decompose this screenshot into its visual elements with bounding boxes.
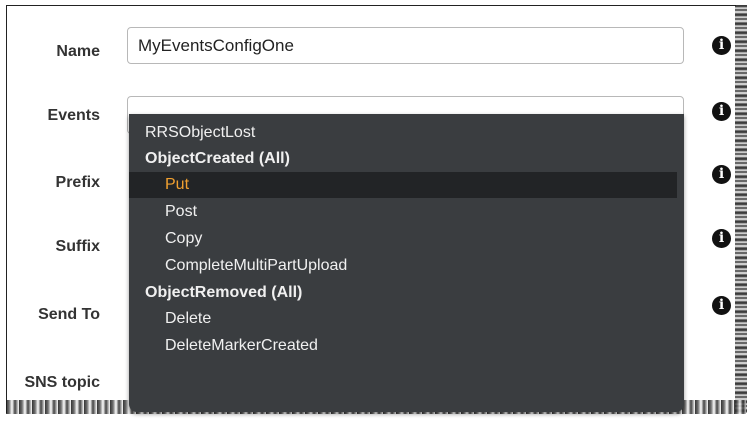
torn-edge-right bbox=[735, 5, 747, 413]
sns-topic-label: SNS topic bbox=[24, 374, 100, 391]
events-dropdown-menu: RRSObjectLost ObjectCreated (All) Put Po… bbox=[129, 114, 684, 412]
info-icon[interactable]: i bbox=[712, 229, 731, 248]
info-icon[interactable]: i bbox=[712, 165, 731, 184]
dropdown-option[interactable]: RRSObjectLost bbox=[129, 120, 677, 146]
name-label: Name bbox=[56, 43, 100, 60]
dropdown-option[interactable]: DeleteMarkerCreated bbox=[129, 333, 677, 359]
dropdown-option[interactable]: Post bbox=[129, 199, 677, 225]
dropdown-option-selected[interactable]: Put bbox=[129, 172, 677, 198]
dropdown-group-header[interactable]: ObjectCreated (All) bbox=[129, 146, 677, 172]
suffix-label: Suffix bbox=[55, 238, 100, 255]
info-icon[interactable]: i bbox=[712, 36, 731, 55]
dropdown-group-header[interactable]: ObjectRemoved (All) bbox=[129, 280, 677, 306]
info-icon[interactable]: i bbox=[712, 102, 731, 121]
dropdown-option[interactable]: Copy bbox=[129, 226, 677, 252]
dropdown-option[interactable]: CompleteMultiPartUpload bbox=[129, 253, 677, 279]
name-input[interactable]: MyEventsConfigOne bbox=[127, 27, 684, 64]
send-to-label: Send To bbox=[38, 306, 100, 323]
prefix-label: Prefix bbox=[55, 174, 100, 191]
events-label: Events bbox=[47, 107, 100, 124]
info-icon[interactable]: i bbox=[712, 296, 731, 315]
dropdown-option[interactable]: Delete bbox=[129, 306, 677, 332]
